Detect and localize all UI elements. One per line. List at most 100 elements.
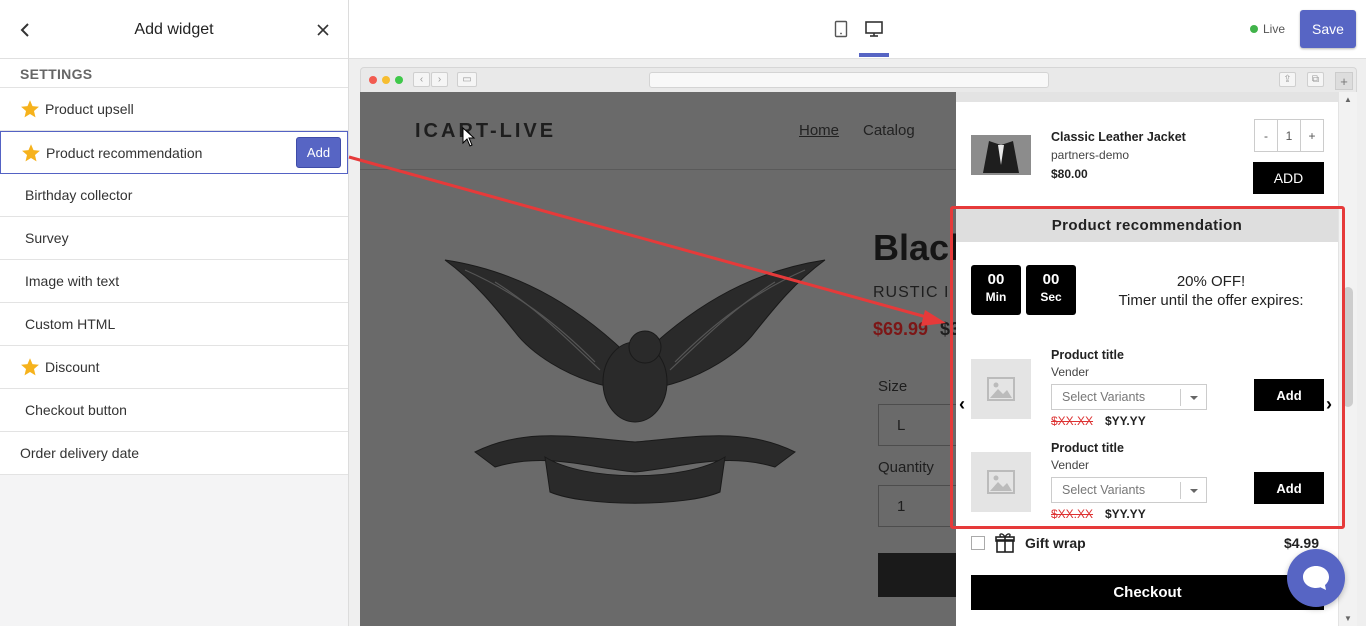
widget-item-label: Discount (45, 359, 100, 375)
close-icon[interactable] (316, 23, 330, 37)
quantity-input[interactable]: 1 (878, 485, 956, 527)
product-image-placeholder (971, 452, 1031, 512)
widget-item-survey[interactable]: Survey (0, 217, 348, 260)
timer-minutes: 00 Min (971, 265, 1021, 315)
widget-item-label: Order delivery date (20, 445, 140, 461)
star-icon (22, 143, 40, 161)
widget-item-label: Birthday collector (25, 187, 133, 203)
cart-item-price: $80.00 (1051, 167, 1088, 181)
scroll-down-icon[interactable]: ▼ (1344, 614, 1352, 623)
recommended-product: Product title Vender Select Variants $XX… (956, 348, 1338, 438)
widget-item-product-recommendation[interactable]: Product recommendation Add (0, 131, 348, 174)
app-root: Add widget SETTINGS Product upsell Produ… (0, 0, 1366, 626)
add-widget-button[interactable]: Add (296, 137, 341, 168)
size-label: Size (878, 378, 908, 395)
browser-forward-icon: › (431, 72, 448, 87)
image-placeholder-icon (987, 377, 1015, 401)
widget-item-label: Custom HTML (25, 316, 116, 332)
desktop-view-button[interactable] (859, 16, 889, 57)
qty-decrease-button[interactable]: - (1255, 120, 1277, 151)
old-price: $XX.XX (1051, 507, 1094, 521)
product-vendor: RUSTIC I (873, 284, 950, 301)
offer-subline: Timer until the offer expires: (1118, 292, 1304, 309)
qty-value[interactable]: 1 (1277, 120, 1301, 151)
chat-launcher-button[interactable] (1287, 549, 1345, 607)
recommended-product-vendor: Vender (1051, 458, 1090, 472)
widget-item-label: Survey (25, 230, 69, 246)
recommended-add-button[interactable]: Add (1254, 472, 1324, 504)
widget-item-label: Image with text (25, 273, 120, 289)
qty-increase-button[interactable]: + (1301, 120, 1323, 151)
cart-item-name: Classic Leather Jacket (1051, 130, 1186, 144)
widget-item-discount[interactable]: Discount (0, 346, 348, 389)
cart-drawer: Classic Leather Jacket partners-demo $80… (956, 92, 1338, 626)
share-icon: ⇪ (1279, 72, 1296, 87)
checkout-button[interactable]: Checkout (971, 575, 1324, 610)
old-price: $XX.XX (1051, 414, 1094, 428)
preview-scrollbar[interactable]: ▲ ▼ (1338, 92, 1357, 626)
variant-select[interactable]: Select Variants (1051, 477, 1207, 503)
chevron-down-icon (1180, 482, 1206, 499)
url-bar (649, 72, 1049, 88)
recommended-product-title: Product title (1051, 348, 1124, 362)
cart-line-item: Classic Leather Jacket partners-demo $80… (956, 119, 1338, 199)
browser-back-icon: ‹ (413, 72, 430, 87)
size-select[interactable]: L (878, 404, 956, 446)
widget-item-image-with-text[interactable]: Image with text (0, 260, 348, 303)
cart-item-add-button[interactable]: ADD (1253, 162, 1324, 194)
widget-item-order-delivery-date[interactable]: Order delivery date (0, 432, 348, 475)
regular-price: $3 (940, 319, 956, 339)
product-title: Black (873, 227, 956, 268)
header-divider (360, 169, 956, 170)
recommended-add-button[interactable]: Add (1254, 379, 1324, 411)
widget-item-birthday-collector[interactable]: Birthday collector (0, 174, 348, 217)
recommendation-heading: Product recommendation (956, 208, 1338, 242)
recommendation-carousel: Product title Vender Select Variants $XX… (956, 348, 1338, 524)
jacket-thumbnail (971, 135, 1031, 175)
scroll-up-icon[interactable]: ▲ (1344, 95, 1352, 104)
new-price: $YY.YY (1105, 414, 1146, 428)
star-icon (21, 100, 39, 118)
widget-item-label: Product recommendation (46, 144, 203, 161)
store-logo: ICART-LIVE (415, 120, 557, 142)
add-to-cart-button[interactable] (878, 553, 956, 597)
variant-select-placeholder: Select Variants (1062, 483, 1146, 497)
live-label: Live (1262, 22, 1285, 36)
widget-item-product-upsell[interactable]: Product upsell (0, 88, 348, 131)
nav-catalog-link[interactable]: Catalog (863, 122, 915, 139)
offer-text: 20% OFF! Timer until the offer expires: (1088, 272, 1334, 310)
carousel-next-icon[interactable]: › (1326, 394, 1332, 415)
widget-item-label: Product upsell (45, 101, 134, 117)
mouse-cursor-icon (462, 127, 476, 147)
nav-home-link[interactable]: Home (799, 122, 839, 139)
gift-wrap-checkbox[interactable] (971, 536, 985, 550)
mobile-view-button[interactable] (826, 16, 856, 42)
product-recommendation-widget: Product recommendation 00 Min 00 Sec 20%… (956, 208, 1338, 524)
close-dot-icon (369, 76, 377, 84)
sidebar-title: Add widget (134, 21, 214, 38)
gift-icon (995, 533, 1015, 553)
image-placeholder-icon (987, 470, 1015, 494)
widget-item-checkout-button[interactable]: Checkout button (0, 389, 348, 432)
variant-select[interactable]: Select Variants (1051, 384, 1207, 410)
new-tab-icon: + (1335, 72, 1353, 90)
sidebar-toggle-icon: ▭ (457, 72, 477, 87)
timer-minutes-unit: Min (985, 290, 1007, 304)
widget-list: SETTINGS Product upsell Product recommen… (0, 59, 348, 475)
carousel-prev-icon[interactable]: ‹ (959, 394, 965, 415)
mobile-icon (834, 20, 848, 38)
scrollbar-thumb[interactable] (1343, 287, 1353, 407)
timer-seconds: 00 Sec (1026, 265, 1076, 315)
section-label: SETTINGS (0, 59, 348, 88)
save-button[interactable]: Save (1300, 10, 1356, 48)
widget-item-custom-html[interactable]: Custom HTML (0, 303, 348, 346)
gift-wrap-label: Gift wrap (1025, 535, 1086, 551)
maximize-dot-icon (395, 76, 403, 84)
live-dot-icon (1249, 25, 1258, 33)
timer-seconds-value: 00 (1042, 271, 1060, 288)
timer-minutes-value: 00 (987, 271, 1005, 288)
widget-sidebar: Add widget SETTINGS Product upsell Produ… (0, 0, 349, 626)
eagle-image (444, 259, 826, 504)
gift-wrap-row: Gift wrap $4.99 (956, 532, 1338, 556)
preview-canvas: ‹ › ▭ ⇪ ⧉ + ICART-LIVE Home Catalog Blac… (349, 59, 1366, 626)
